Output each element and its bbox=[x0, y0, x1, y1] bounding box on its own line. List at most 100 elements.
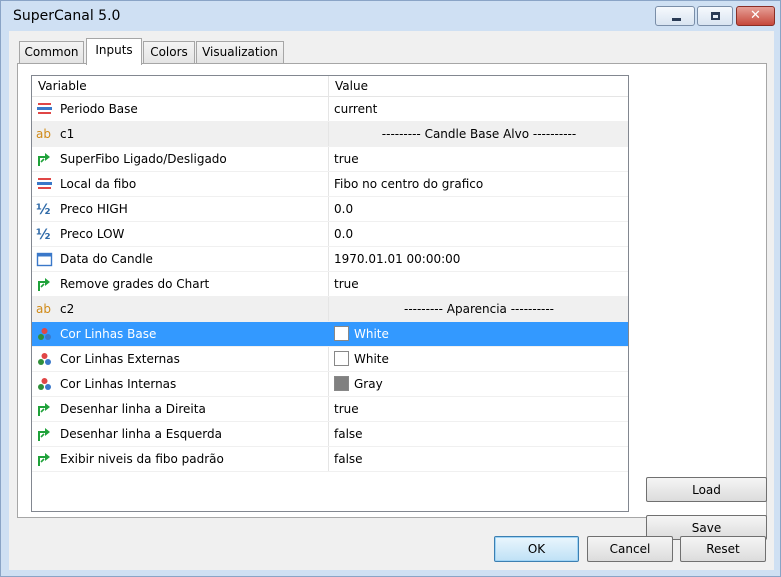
minimize-button[interactable] bbox=[655, 6, 695, 26]
variable-cell[interactable]: Data do Candle bbox=[32, 247, 329, 271]
title-bar[interactable]: SuperCanal 5.0 ✕ bbox=[1, 1, 780, 31]
bool-icon bbox=[36, 426, 53, 442]
svg-text:ab: ab bbox=[36, 127, 51, 141]
color-icon bbox=[36, 376, 53, 392]
variable-cell[interactable]: ½ Preco HIGH bbox=[32, 197, 329, 221]
tab-common[interactable]: Common bbox=[19, 41, 84, 64]
variable-name: Desenhar linha a Esquerda bbox=[60, 427, 222, 441]
value-cell[interactable]: true bbox=[330, 397, 628, 421]
column-header-value[interactable]: Value bbox=[329, 76, 628, 97]
variable-name: Exibir niveis da fibo padrão bbox=[60, 452, 224, 466]
window-title: SuperCanal 5.0 bbox=[13, 8, 121, 24]
variable-cell[interactable]: Desenhar linha a Direita bbox=[32, 397, 329, 421]
variable-cell[interactable]: Exibir niveis da fibo padrão bbox=[32, 447, 329, 471]
grid-row[interactable]: SuperFibo Ligado/Desligado true bbox=[32, 147, 628, 172]
variable-name: Cor Linhas Externas bbox=[60, 352, 180, 366]
column-header-variable[interactable]: Variable bbox=[32, 76, 329, 97]
value-text: true bbox=[334, 277, 359, 291]
close-button[interactable]: ✕ bbox=[736, 6, 775, 26]
value-cell[interactable]: Fibo no centro do grafico bbox=[330, 172, 628, 196]
grid-header: Variable Value bbox=[32, 76, 628, 97]
value-cell[interactable]: 0.0 bbox=[330, 197, 628, 221]
value-cell[interactable]: --------- Candle Base Alvo ---------- bbox=[330, 122, 628, 146]
variable-cell[interactable]: Remove grades do Chart bbox=[32, 272, 329, 296]
value-text: 1970.01.01 00:00:00 bbox=[334, 252, 461, 266]
value-cell[interactable]: 0.0 bbox=[330, 222, 628, 246]
variable-name: Cor Linhas Base bbox=[60, 327, 157, 341]
grid-row[interactable]: ab c1 --------- Candle Base Alvo ---------… bbox=[32, 122, 628, 147]
value-cell[interactable]: current bbox=[330, 97, 628, 121]
value-cell[interactable]: --------- Aparencia ---------- bbox=[330, 297, 628, 321]
bool-icon bbox=[36, 276, 53, 292]
variable-name: c1 bbox=[60, 127, 75, 141]
variable-cell[interactable]: ½ Preco LOW bbox=[32, 222, 329, 246]
variable-cell[interactable]: Local da fibo bbox=[32, 172, 329, 196]
reset-button[interactable]: Reset bbox=[680, 536, 766, 562]
grid-row[interactable]: Desenhar linha a Direita true bbox=[32, 397, 628, 422]
grid-row[interactable]: ½ Preco LOW 0.0 bbox=[32, 222, 628, 247]
dialog-client-area: Common Inputs Colors Visualization Varia… bbox=[9, 31, 774, 570]
color-swatch[interactable] bbox=[334, 376, 349, 391]
value-cell[interactable]: true bbox=[330, 147, 628, 171]
value-cell[interactable]: White bbox=[330, 347, 628, 371]
grid-row[interactable]: ½ Preco HIGH 0.0 bbox=[32, 197, 628, 222]
variable-cell[interactable]: Cor Linhas Base bbox=[32, 322, 329, 346]
cancel-button[interactable]: Cancel bbox=[587, 536, 673, 562]
string-icon: ab bbox=[36, 126, 53, 142]
grid-row[interactable]: ab c2 --------- Aparencia ---------- bbox=[32, 297, 628, 322]
value-cell[interactable]: 1970.01.01 00:00:00 bbox=[330, 247, 628, 271]
color-swatch[interactable] bbox=[334, 351, 349, 366]
load-button[interactable]: Load bbox=[646, 477, 767, 502]
variable-name: Preco LOW bbox=[60, 227, 125, 241]
grid-row[interactable]: Cor Linhas Internas Gray bbox=[32, 372, 628, 397]
color-icon bbox=[36, 351, 53, 367]
value-text: Fibo no centro do grafico bbox=[334, 177, 484, 191]
value-cell[interactable]: Gray bbox=[330, 372, 628, 396]
value-text: White bbox=[354, 352, 389, 366]
value-cell[interactable]: White bbox=[330, 322, 628, 346]
value-text: White bbox=[354, 327, 389, 341]
value-cell[interactable]: true bbox=[330, 272, 628, 296]
variable-name: Desenhar linha a Direita bbox=[60, 402, 206, 416]
tab-colors[interactable]: Colors bbox=[143, 41, 195, 64]
variable-cell[interactable]: Periodo Base bbox=[32, 97, 329, 121]
value-cell[interactable]: false bbox=[330, 447, 628, 471]
variable-cell[interactable]: ab c2 bbox=[32, 297, 329, 321]
grid-row[interactable]: Local da fibo Fibo no centro do grafico bbox=[32, 172, 628, 197]
dialog-window: SuperCanal 5.0 ✕ Common Inputs Colors Vi… bbox=[0, 0, 781, 577]
variable-cell[interactable]: SuperFibo Ligado/Desligado bbox=[32, 147, 329, 171]
grid-row[interactable]: Exibir niveis da fibo padrão false bbox=[32, 447, 628, 472]
enum-icon bbox=[36, 176, 53, 192]
value-text: 0.0 bbox=[334, 227, 354, 241]
tab-inputs[interactable]: Inputs bbox=[86, 38, 142, 65]
grid-row[interactable]: Data do Candle 1970.01.01 00:00:00 bbox=[32, 247, 628, 272]
maximize-button[interactable] bbox=[697, 6, 733, 26]
variable-name: c2 bbox=[60, 302, 75, 316]
grid-row[interactable]: Cor Linhas Externas White bbox=[32, 347, 628, 372]
color-swatch[interactable] bbox=[334, 326, 349, 341]
value-text: --------- Candle Base Alvo ---------- bbox=[381, 127, 577, 141]
double-icon: ½ bbox=[36, 201, 53, 218]
maximize-icon bbox=[711, 12, 720, 20]
variable-cell[interactable]: Desenhar linha a Esquerda bbox=[32, 422, 329, 446]
value-cell[interactable]: false bbox=[330, 422, 628, 446]
variable-name: Local da fibo bbox=[60, 177, 137, 191]
close-icon: ✕ bbox=[750, 8, 761, 23]
variable-name: Data do Candle bbox=[60, 252, 153, 266]
datetime-icon bbox=[36, 251, 53, 267]
value-text: --------- Aparencia ---------- bbox=[403, 302, 555, 316]
variable-cell[interactable]: Cor Linhas Externas bbox=[32, 347, 329, 371]
grid-row[interactable]: Cor Linhas Base White bbox=[32, 322, 628, 347]
variable-name: Cor Linhas Internas bbox=[60, 377, 177, 391]
variable-cell[interactable]: Cor Linhas Internas bbox=[32, 372, 329, 396]
variable-name: SuperFibo Ligado/Desligado bbox=[60, 152, 227, 166]
minimize-icon bbox=[672, 18, 681, 21]
grid-row[interactable]: Desenhar linha a Esquerda false bbox=[32, 422, 628, 447]
grid-row[interactable]: Remove grades do Chart true bbox=[32, 272, 628, 297]
ok-button[interactable]: OK bbox=[494, 536, 579, 562]
variable-cell[interactable]: ab c1 bbox=[32, 122, 329, 146]
value-text: false bbox=[334, 427, 363, 441]
double-icon: ½ bbox=[36, 226, 53, 243]
tab-visualization[interactable]: Visualization bbox=[196, 41, 284, 64]
grid-row[interactable]: Periodo Base current bbox=[32, 97, 628, 122]
